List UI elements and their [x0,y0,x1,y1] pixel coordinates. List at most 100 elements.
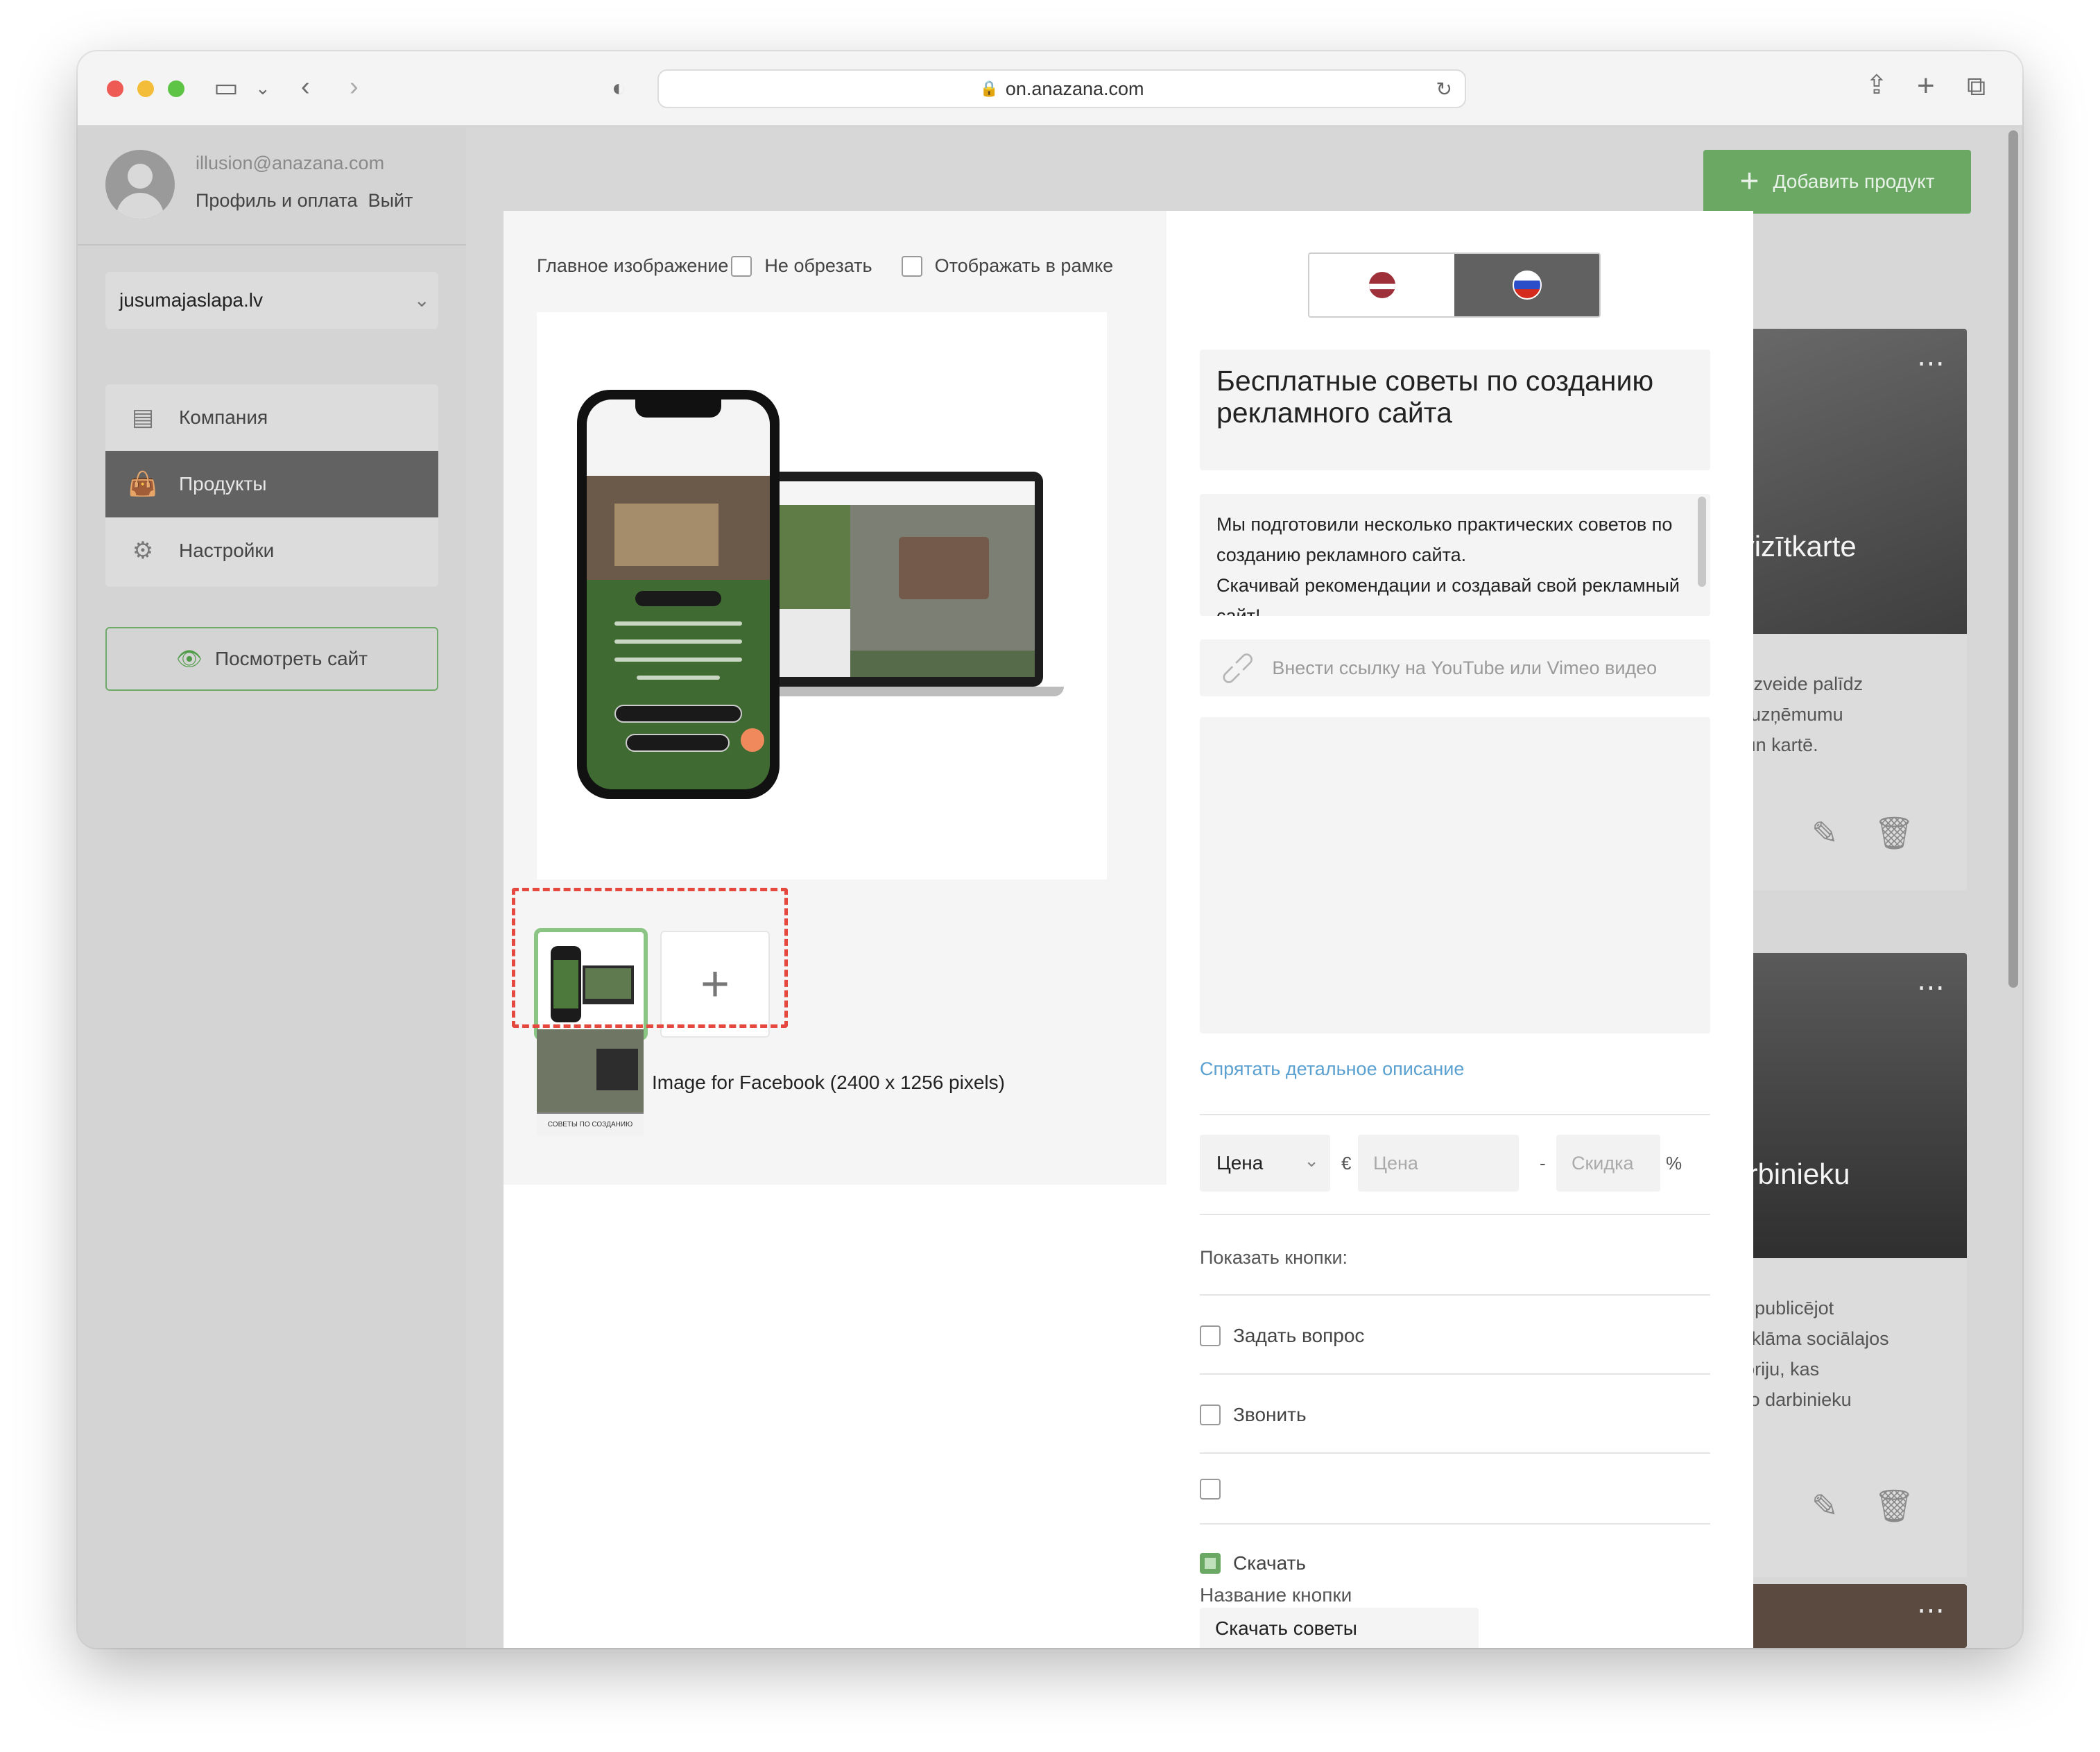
divider [1200,1294,1710,1296]
sidebar-item-products[interactable]: 👜 Продукты [105,451,438,517]
no-crop-checkbox[interactable] [731,255,752,277]
avatar[interactable] [105,150,175,219]
product-edit-modal: Главное изображение Не обрезать Отобража… [504,211,1753,1648]
frame-label: Отображать в рамке [934,255,1114,276]
address-bar[interactable]: 🔒 on.anazana.com ↻ [657,69,1466,108]
discount-placeholder: Скидка [1572,1152,1634,1174]
description-scrollbar[interactable] [1698,497,1706,587]
view-site-button[interactable]: 👁 Посмотреть сайт [105,627,438,691]
ask-question-label: Задать вопрос [1233,1325,1365,1346]
language-toggle [1308,252,1601,318]
sidebar: illusion@anazana.com Профиль и оплата Вы… [78,128,466,1648]
language-ru-button[interactable] [1454,254,1599,316]
trash-icon[interactable]: 🗑 [1874,814,1914,852]
logout-link[interactable]: Выйт [368,190,413,211]
video-link-input[interactable]: ⊂⊃ Внести ссылку на YouTube или Vimeo ви… [1200,639,1710,696]
chevron-down-icon: ⌄ [413,289,430,311]
image-panel: Главное изображение Не обрезать Отобража… [504,211,1167,1185]
discount-input[interactable]: Скидка [1556,1135,1660,1192]
button-name-value: Скачать советы [1215,1617,1357,1639]
more-options-icon[interactable]: ⋯ [1917,350,1946,377]
no-crop-label: Не обрезать [764,255,872,276]
price-separator: - [1540,1153,1546,1174]
back-icon[interactable]: ‹ [301,74,310,100]
main-image-label: Главное изображение [537,255,729,276]
price-type-value: Цена [1216,1152,1264,1174]
maximize-window-button[interactable] [168,80,184,97]
percent-symbol: % [1666,1153,1682,1174]
user-email: illusion@anazana.com [196,153,385,173]
share-icon[interactable]: ⇪ [1866,72,1888,98]
sidebar-toggle-icon[interactable]: ▭ [214,75,239,101]
close-window-button[interactable] [107,80,123,97]
more-options-icon[interactable]: ⋯ [1917,1597,1946,1624]
product-title-input[interactable]: Бесплатные советы по созданию рекламного… [1200,350,1710,470]
eye-icon: 👁 [175,647,203,671]
site-selector[interactable]: jusumajaslapa.lv ⌄ [105,272,438,329]
ask-question-checkbox[interactable] [1200,1325,1221,1346]
divider [1200,1114,1710,1115]
latvia-flag-icon [1367,270,1397,300]
divider [1200,1452,1710,1454]
browser-titlebar: ▭ ⌄ ‹ › ◐ 🔒 on.anazana.com ↻ ⇪ + ⧉ [78,51,2022,126]
ask-question-option: Задать вопрос [1200,1325,1364,1347]
chevron-down-icon[interactable]: ⌄ [255,79,270,97]
chat-bubble-icon [741,728,764,752]
price-input[interactable]: Цена [1358,1135,1519,1192]
image-options: Главное изображение Не обрезать Отобража… [537,255,1113,277]
profile-link[interactable]: Профиль и оплата [196,190,358,211]
facebook-thumbnail-caption: СОВЕТЫ ПО СОЗДАНИЮ [537,1114,644,1136]
divider [1200,1214,1710,1215]
browser-window: ▭ ⌄ ‹ › ◐ 🔒 on.anazana.com ↻ ⇪ + ⧉ illus… [78,51,2022,1648]
sidebar-item-label: Настройки [179,540,275,561]
button-name-input[interactable]: Скачать советы [1200,1608,1479,1648]
price-type-select[interactable]: Цена ⌄ [1200,1135,1330,1192]
product-description-input[interactable]: Мы подготовили несколько практических со… [1200,494,1710,616]
add-product-button[interactable]: + Добавить продукт [1703,150,1971,214]
unnamed-option [1200,1479,1233,1500]
plus-icon: + [1739,163,1759,200]
language-lv-button[interactable] [1309,254,1454,316]
chat-icon: ▤ [131,404,155,431]
unnamed-checkbox[interactable] [1200,1479,1221,1500]
call-label: Звонить [1233,1404,1307,1425]
sidebar-item-label: Компания [179,406,268,428]
chevron-down-icon: ⌄ [1304,1150,1319,1171]
privacy-shield-icon[interactable]: ◐ [612,76,626,100]
more-options-icon[interactable]: ⋯ [1917,974,1946,1002]
divider [1200,1523,1710,1525]
detailed-description-editor[interactable] [1200,717,1710,1033]
trash-icon[interactable]: 🗑 [1874,1487,1914,1525]
sidebar-item-settings[interactable]: ⚙ Настройки [105,517,438,584]
tab-overview-icon[interactable]: ⧉ [1967,74,1986,100]
video-link-placeholder: Внести ссылку на YouTube или Vimeo видео [1272,657,1658,678]
facebook-image-row: СОВЕТЫ ПО СОЗДАНИЮ Image for Facebook (2… [537,1029,1005,1136]
facebook-image-thumbnail[interactable]: СОВЕТЫ ПО СОЗДАНИЮ [537,1029,644,1136]
download-checkbox[interactable] [1200,1553,1221,1574]
product-description-text: Мы подготовили несколько практических со… [1216,514,1680,616]
sidebar-nav: ▤ Компания 👜 Продукты ⚙ Настройки [105,384,438,587]
new-tab-icon[interactable]: + [1917,71,1935,101]
call-option: Звонить [1200,1404,1307,1426]
minimize-window-button[interactable] [137,80,154,97]
show-buttons-label: Показать кнопки: [1200,1247,1348,1268]
thumbnail-selected[interactable] [534,928,648,1040]
forward-icon[interactable]: › [350,74,359,100]
main-image-preview[interactable] [537,312,1107,879]
sidebar-item-company[interactable]: ▤ Компания [105,384,438,451]
edit-icon[interactable]: ✎ [1811,1487,1839,1525]
frame-checkbox[interactable] [901,255,922,277]
reload-icon[interactable]: ↻ [1436,78,1452,101]
site-selector-value: jusumajaslapa.lv [119,289,263,311]
add-image-button[interactable]: + [660,931,770,1038]
phone-mockup [577,390,780,799]
price-placeholder: Цена [1373,1152,1418,1174]
link-icon: ⊂⊃ [1212,642,1262,693]
hide-details-link[interactable]: Спрятать детальное описание [1200,1058,1464,1080]
facebook-image-label: Image for Facebook (2400 x 1256 pixels) [652,1072,1005,1093]
call-checkbox[interactable] [1200,1405,1221,1425]
add-product-label: Добавить продукт [1773,171,1935,192]
download-option: Скачать [1200,1552,1306,1574]
page-scrollbar[interactable] [2008,130,2018,988]
edit-icon[interactable]: ✎ [1811,814,1839,852]
